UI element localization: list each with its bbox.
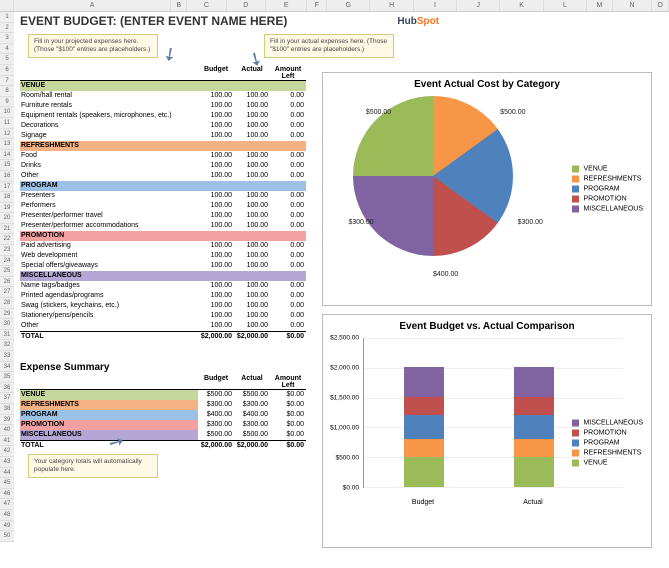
column-headers[interactable]: ABCDEFGHIJKLMNO (0, 0, 669, 12)
table-row[interactable]: Stationery/pens/pencils100.00100.000.00 (20, 311, 306, 321)
category-header[interactable]: MISCELLANEOUS (20, 271, 306, 281)
pie-slice-label: $500.00 (366, 109, 391, 116)
bar-legend: MISCELLANEOUS PROMOTION PROGRAM REFRESHMENT… (572, 416, 643, 469)
table-row[interactable]: Swag (stickers, keychains, etc.)100.0010… (20, 301, 306, 311)
summary-row[interactable]: VENUE$500.00$500.00$0.00 (20, 390, 306, 400)
note-projected: Fill in your projected expenses here. (T… (28, 34, 158, 58)
note-summary: Your category totals will automatically … (28, 454, 158, 478)
legend-item: VENUE (572, 459, 643, 466)
summary-row[interactable]: PROMOTION$300.00$300.00$0.00 (20, 420, 306, 430)
legend-item: VENUE (572, 166, 643, 173)
table-row[interactable]: Printed agendas/programs100.00100.000.00 (20, 291, 306, 301)
bar-group (514, 367, 554, 487)
table-row[interactable]: Presenter/performer travel100.00100.000.… (20, 211, 306, 221)
summary-title[interactable]: Expense Summary (20, 362, 306, 373)
col-budget[interactable]: Budget (198, 66, 234, 80)
legend-item: PROMOTION (572, 196, 643, 203)
col-amount-left[interactable]: Amount Left (270, 66, 306, 80)
bar-group (404, 367, 444, 487)
legend-item: PROGRAM (572, 439, 643, 446)
legend-item: PROMOTION (572, 429, 643, 436)
y-tick-label: $2,500.00 (330, 335, 359, 342)
y-tick-label: $2,000.00 (330, 365, 359, 372)
arrow-icon: ➘ (157, 42, 183, 66)
summary-row[interactable]: REFRESHMENTS$300.00$300.00$0.00 (20, 400, 306, 410)
y-tick-label: $1,500.00 (330, 395, 359, 402)
legend-item: PROGRAM (572, 186, 643, 193)
table-header-row: Budget Actual Amount Left (20, 66, 306, 81)
y-tick-label: $1,000.00 (330, 425, 359, 432)
summary-row[interactable]: MISCELLANEOUS$500.00$500.00$0.00 (20, 430, 306, 440)
pie-slice-label: $500.00 (500, 109, 525, 116)
legend-item: REFRESHMENTS (572, 176, 643, 183)
table-row[interactable]: Other100.00100.000.00 (20, 321, 306, 331)
page-title[interactable]: EVENT BUDGET: (ENTER EVENT NAME HERE) (20, 14, 287, 28)
table-row[interactable]: Furniture rentals100.00100.000.00 (20, 101, 306, 111)
total-row: TOTAL $2,000.00 $2,000.00 $0.00 (20, 331, 306, 341)
note-actual: Fill in your actual expenses here. (Thos… (264, 34, 394, 58)
table-row[interactable]: Signage100.00100.000.00 (20, 131, 306, 141)
summary-total-row: TOTAL $2,000.00 $2,000.00 $0.00 (20, 440, 306, 450)
category-header[interactable]: PROMOTION (20, 231, 306, 241)
legend-item: MISCELLANEOUS (572, 419, 643, 426)
chart-title: Event Actual Cost by Category (323, 79, 651, 90)
table-row[interactable]: Equipment rentals (speakers, microphones… (20, 111, 306, 121)
pie-slice-label: $300.00 (518, 219, 543, 226)
sheet-content: EVENT BUDGET: (ENTER EVENT NAME HERE) Hu… (14, 12, 669, 568)
summary-row[interactable]: PROGRAM$400.00$400.00$0.00 (20, 410, 306, 420)
table-row[interactable]: Presenter/performer accommodations100.00… (20, 221, 306, 231)
row-headers[interactable]: 1234567891011121314151617181920212223242… (0, 12, 14, 542)
table-row[interactable]: Paid advertising100.00100.000.00 (20, 241, 306, 251)
pie-chart: $500.00$300.00$400.00$300.00$500.00 (353, 96, 513, 256)
x-tick-label: Actual (523, 499, 542, 506)
table-row[interactable]: Name tags/badges100.00100.000.00 (20, 281, 306, 291)
table-row[interactable]: Drinks100.00100.000.00 (20, 161, 306, 171)
table-row[interactable]: Special offers/giveaways100.00100.000.00 (20, 261, 306, 271)
y-tick-label: $500.00 (336, 455, 360, 462)
table-row[interactable]: Food100.00100.000.00 (20, 151, 306, 161)
x-tick-label: Budget (412, 499, 434, 506)
spreadsheet-sheet: ABCDEFGHIJKLMNO 123456789101112131415161… (0, 0, 669, 568)
pie-legend: VENUE REFRESHMENTS PROGRAM PROMOTION MISCELL… (572, 163, 643, 216)
col-actual[interactable]: Actual (234, 66, 270, 80)
bar-chart-box[interactable]: Event Budget vs. Actual Comparison $0.00… (322, 314, 652, 548)
pie-chart-box[interactable]: Event Actual Cost by Category $500.00$30… (322, 72, 652, 306)
legend-item: MISCELLANEOUS (572, 206, 643, 213)
table-row[interactable]: Web development100.00100.000.00 (20, 251, 306, 261)
table-row[interactable]: Other100.00100.000.00 (20, 171, 306, 181)
table-row[interactable]: Room/hall rental100.00100.000.00 (20, 91, 306, 101)
table-row[interactable]: Performers100.00100.000.00 (20, 201, 306, 211)
chart-title: Event Budget vs. Actual Comparison (323, 321, 651, 332)
category-header[interactable]: VENUE (20, 81, 306, 91)
expense-detail-table: Budget Actual Amount Left VENUERoom/hall… (20, 66, 306, 341)
pie-slice-label: $400.00 (433, 271, 458, 278)
category-header[interactable]: PROGRAM (20, 181, 306, 191)
expense-summary-table: Expense Summary Budget Actual Amount Lef… (20, 362, 306, 450)
category-header[interactable]: REFRESHMENTS (20, 141, 306, 151)
pie-slice-label: $300.00 (348, 219, 373, 226)
table-row[interactable]: Decorations100.00100.000.00 (20, 121, 306, 131)
legend-item: REFRESHMENTS (572, 449, 643, 456)
y-tick-label: $0.00 (343, 485, 359, 492)
hubspot-logo: HubSpot (397, 16, 439, 27)
table-row[interactable]: Presenters100.00100.000.00 (20, 191, 306, 201)
